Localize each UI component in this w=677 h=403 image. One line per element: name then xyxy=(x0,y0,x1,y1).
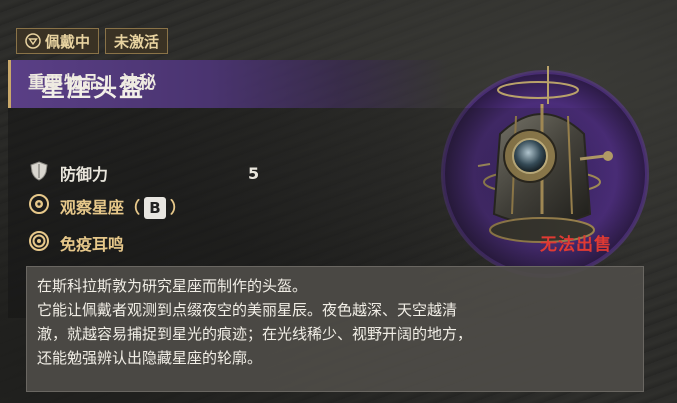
key-b-icon[interactable]: B xyxy=(144,196,167,219)
equipped-badge: 佩戴中 xyxy=(16,28,100,54)
inactive-badge: 未激活 xyxy=(105,28,169,54)
observe-label-suffix: ） xyxy=(170,197,187,217)
concentric-rings-icon xyxy=(28,230,50,256)
equipped-label: 佩戴中 xyxy=(45,32,91,51)
description-line-3: 澈，就越容易捕捉到星光的痕迹；在光线稀少、视野开阔的地方， xyxy=(37,325,473,343)
sell-status: 无法出售 xyxy=(540,235,612,255)
equipped-icon xyxy=(25,33,41,49)
eye-ring-icon xyxy=(28,193,50,219)
item-category: 重要物品 | 神秘 xyxy=(28,73,158,93)
observe-label: 观察星座（ B） xyxy=(60,194,186,219)
inactive-label: 未激活 xyxy=(114,32,160,51)
status-badges: 佩戴中 未激活 xyxy=(16,28,169,54)
stat-defense: 防御力 xyxy=(28,160,108,186)
description-line-2: 它能让佩戴者观测到点缀夜空的美丽星辰。夜色越深、天空越清 xyxy=(37,301,458,319)
description-line-4: 还能勉强辨认出隐藏星座的轮廓。 xyxy=(37,349,263,367)
observe-label-prefix: 观察星座（ xyxy=(60,197,141,217)
ability-observe-constellation: 观察星座（ B） xyxy=(28,193,186,219)
item-description: 在斯科拉斯敦为研究星座而制作的头盔。 它能让佩戴者观测到点缀夜空的美丽星辰。夜色… xyxy=(26,266,644,392)
ability-tinnitus-immunity: 免疫耳鸣 xyxy=(28,230,124,256)
tinnitus-label: 免疫耳鸣 xyxy=(60,235,125,254)
description-line-1: 在斯科拉斯敦为研究星座而制作的头盔。 xyxy=(37,277,308,295)
defense-label: 防御力 xyxy=(60,165,109,184)
defense-value: 5 xyxy=(248,164,260,183)
shield-icon xyxy=(28,160,50,186)
